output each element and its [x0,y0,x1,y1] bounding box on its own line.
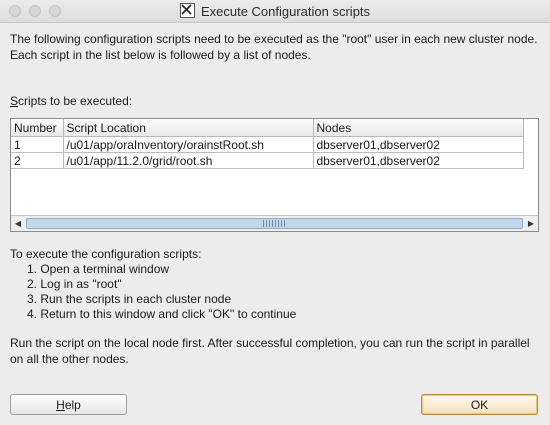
scripts-table: Number Script Location Nodes 1 /u01/app/… [11,119,524,169]
scripts-label-mnemonic: S [10,94,19,108]
grip-icon [262,220,287,227]
table-row[interactable]: 1 /u01/app/oraInventory/orainstRoot.sh d… [11,136,524,153]
row-number: 2 [11,152,64,169]
arrow-right-icon[interactable]: ▶ [524,216,538,231]
row-nodes: dbserver01,dbserver02 [313,136,524,153]
row-nodes: dbserver01,dbserver02 [313,152,524,169]
title-bar: Execute Configuration scripts [0,0,550,23]
instructions-steps: 1. Open a terminal window 2. Log in as "… [27,262,296,322]
table-row[interactable]: 2 /u01/app/11.2.0/grid/root.sh dbserver0… [11,152,524,169]
row-script-location: /u01/app/oraInventory/orainstRoot.sh [63,136,314,153]
list-item: 2. Log in as "root" [27,277,122,291]
column-header-number[interactable]: Number [11,119,64,137]
instructions-heading: To execute the configuration scripts: [10,247,202,261]
ok-button[interactable]: OK [421,394,538,415]
list-item: 3. Run the scripts in each cluster node [27,292,232,306]
scripts-table-panel: Number Script Location Nodes 1 /u01/app/… [10,118,539,232]
column-header-script-location[interactable]: Script Location [63,119,314,137]
arrow-left-icon[interactable]: ◀ [11,216,25,231]
row-number: 1 [11,136,64,153]
window-title: Execute Configuration scripts [200,4,371,19]
intro-text: The following configuration scripts need… [10,32,538,62]
help-button[interactable]: Help [10,394,127,415]
help-mnemonic: H [56,397,65,412]
list-item: 1. Open a terminal window [27,262,170,276]
scripts-label: Scripts to be executed: [10,94,132,108]
table-header-row: Number Script Location Nodes [11,119,524,137]
horizontal-scrollbar[interactable]: ◀ ▶ [11,215,538,231]
window-title-area: Execute Configuration scripts [0,3,550,19]
x11-icon [179,3,195,18]
column-header-nodes[interactable]: Nodes [313,119,524,137]
scripts-label-text: cripts to be executed: [18,94,133,108]
list-item: 4. Return to this window and click "OK" … [27,307,297,321]
row-script-location: /u01/app/11.2.0/grid/root.sh [63,152,314,169]
scrollbar-thumb[interactable] [26,218,523,229]
note-text: Run the script on the local node first. … [10,336,530,366]
help-label: elp [64,397,81,412]
